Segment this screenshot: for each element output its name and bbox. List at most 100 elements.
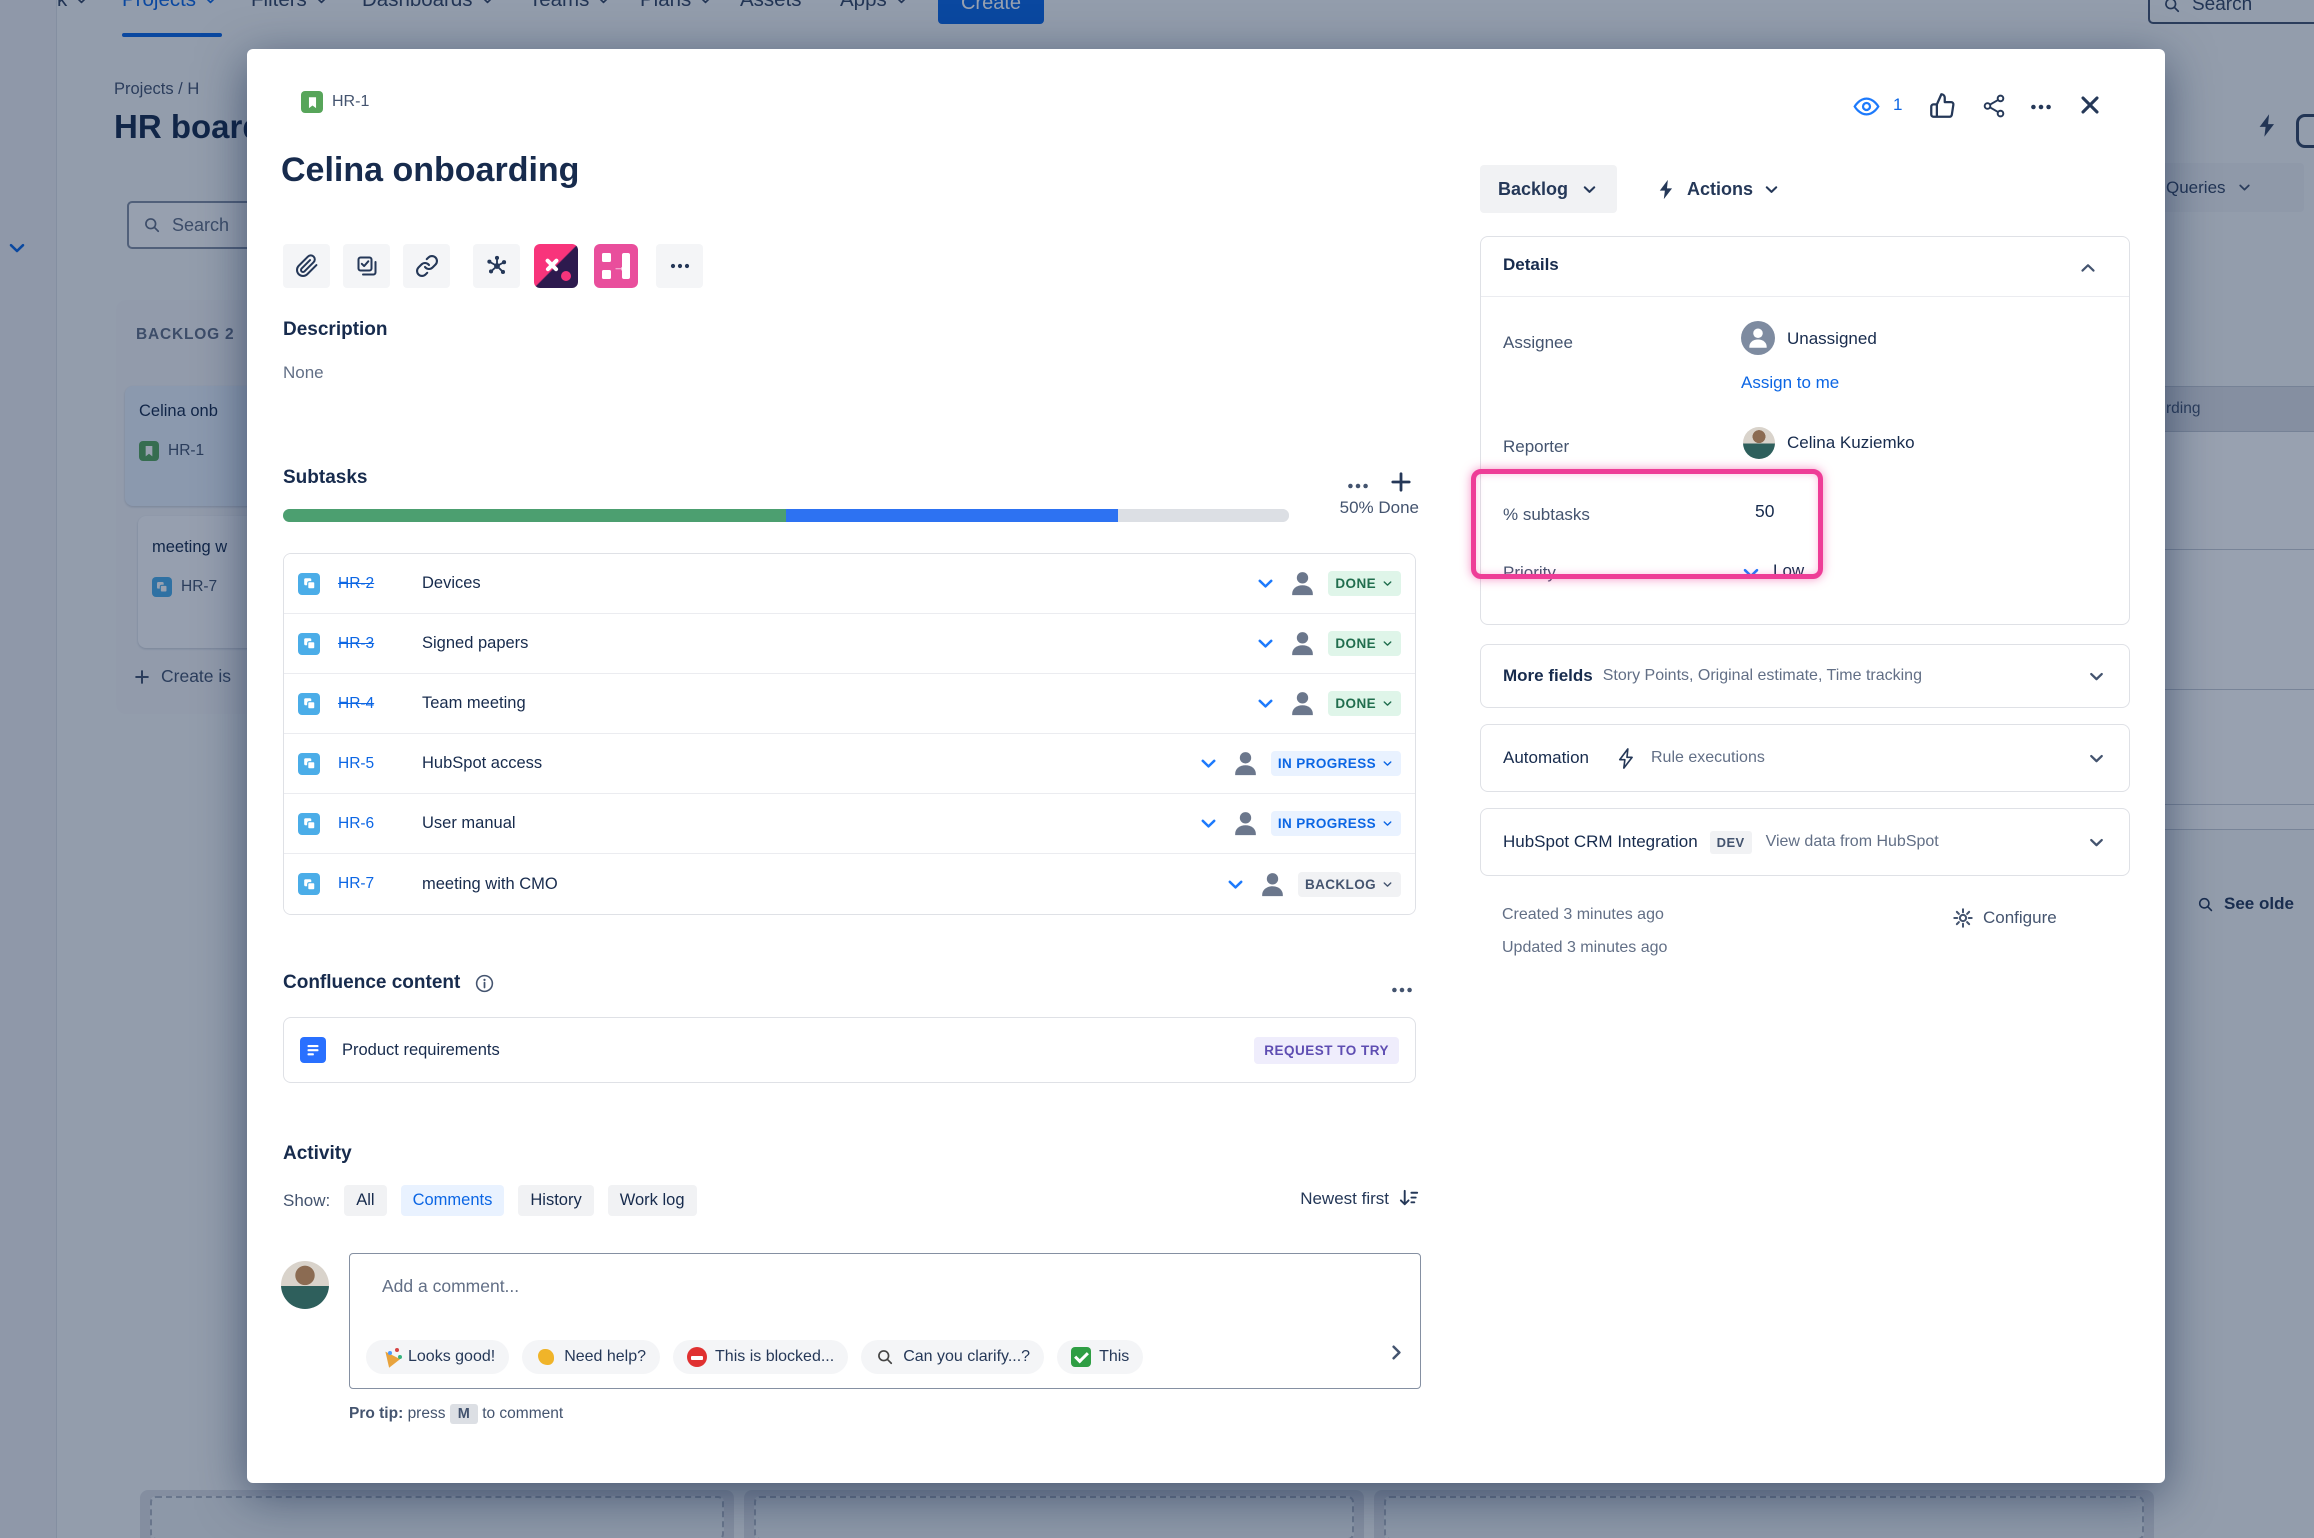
share-icon[interactable] <box>1981 93 2007 119</box>
info-icon[interactable] <box>474 973 495 994</box>
subtask-summary[interactable]: User manual <box>422 814 516 833</box>
subtask-key-link[interactable]: HR-6 <box>338 815 390 833</box>
subtask-row[interactable]: HR-6 User manual IN PROGRESS <box>284 794 1415 854</box>
issue-title[interactable]: Celina onboarding <box>281 151 579 190</box>
updated-timestamp: Updated 3 minutes ago <box>1502 939 1668 956</box>
hubspot-app-button[interactable] <box>534 244 578 288</box>
activity-heading: Activity <box>283 1143 352 1164</box>
subtask-row[interactable]: HR-2 Devices DONE <box>284 554 1415 614</box>
priority-value[interactable]: Low <box>1773 561 1804 581</box>
close-icon[interactable] <box>2076 91 2104 119</box>
board-app-button[interactable]: → <box>594 244 638 288</box>
actions-dropdown[interactable]: Actions <box>1655 165 1781 213</box>
subtasks-pct-value[interactable]: 50 <box>1755 501 1774 522</box>
assignee-avatar-icon[interactable] <box>1287 628 1318 659</box>
subtasks-progress-bar <box>283 509 1289 522</box>
search-icon <box>875 1347 895 1367</box>
m-keycap: M <box>449 1404 478 1424</box>
subtask-key-link[interactable]: HR-7 <box>338 875 390 893</box>
request-to-try-badge[interactable]: REQUEST TO TRY <box>1254 1036 1399 1064</box>
assign-to-me-link[interactable]: Assign to me <box>1741 373 1839 393</box>
filter-all[interactable]: All <box>344 1185 387 1216</box>
subtask-key-link[interactable]: HR-4 <box>338 695 390 713</box>
subtask-summary[interactable]: Team meeting <box>422 694 526 713</box>
filter-comments[interactable]: Comments <box>400 1185 505 1216</box>
confluence-more-icon[interactable] <box>1389 977 1415 1003</box>
chevron-down-icon <box>1381 697 1394 710</box>
subtask-summary[interactable]: Devices <box>422 574 481 593</box>
comment-input[interactable]: Add a comment... <box>382 1276 519 1297</box>
subtask-row[interactable]: HR-5 HubSpot access IN PROGRESS <box>284 734 1415 794</box>
priority-label: Priority <box>1503 563 1556 582</box>
hubspot-sprocket-icon <box>561 271 571 281</box>
hubspot-panel[interactable]: HubSpot CRM Integration DEV View data fr… <box>1480 808 2130 876</box>
reporter-value[interactable]: Celina Kuziemko <box>1787 433 1915 453</box>
automation-panel[interactable]: Automation Rule executions <box>1480 724 2130 792</box>
progress-label: 50% Done <box>1339 498 1419 517</box>
confluence-page-title[interactable]: Product requirements <box>342 1041 500 1060</box>
priority-low-icon[interactable] <box>1197 752 1220 775</box>
subtask-summary[interactable]: HubSpot access <box>422 754 542 773</box>
quick-reply-need-help[interactable]: Need help? <box>522 1340 661 1374</box>
filter-history[interactable]: History <box>518 1185 594 1216</box>
quick-reply-blocked[interactable]: This is blocked... <box>673 1340 849 1374</box>
assignee-value[interactable]: Unassigned <box>1787 329 1877 349</box>
like-icon[interactable] <box>1929 92 1956 119</box>
subtask-key-link[interactable]: HR-5 <box>338 755 390 773</box>
priority-low-icon[interactable] <box>1224 873 1247 896</box>
priority-low-icon[interactable] <box>1197 812 1220 835</box>
priority-low-icon[interactable] <box>1254 572 1277 595</box>
status-badge[interactable]: DONE <box>1328 631 1401 656</box>
status-badge[interactable]: DONE <box>1328 691 1401 716</box>
quick-reply-clarify[interactable]: Can you clarify...? <box>861 1340 1045 1374</box>
status-dropdown[interactable]: Backlog <box>1480 165 1618 213</box>
divider <box>1481 296 2129 297</box>
more-fields-panel[interactable]: More fields Story Points, Original estim… <box>1480 644 2130 708</box>
more-actions-button[interactable] <box>656 244 703 288</box>
subtasks-more-icon[interactable] <box>1345 473 1371 499</box>
assignee-avatar-icon[interactable] <box>1257 869 1288 900</box>
status-badge[interactable]: BACKLOG <box>1297 871 1401 897</box>
chevron-up-icon[interactable] <box>2077 257 2099 279</box>
created-timestamp: Created 3 minutes ago <box>1502 906 1664 923</box>
assignee-avatar-icon[interactable] <box>1287 688 1318 719</box>
subtask-key-link[interactable]: HR-3 <box>338 635 390 653</box>
sort-label[interactable]: Newest first <box>1300 1189 1389 1209</box>
attach-button[interactable] <box>283 244 330 288</box>
quick-reply-this[interactable]: This <box>1057 1340 1144 1374</box>
confluence-heading: Confluence content <box>283 972 461 993</box>
sort-icon[interactable] <box>1398 1187 1421 1210</box>
subtask-row[interactable]: HR-3 Signed papers DONE <box>284 614 1415 674</box>
assignee-avatar-icon[interactable] <box>1230 808 1261 839</box>
priority-low-icon[interactable] <box>1254 632 1277 655</box>
status-badge[interactable]: IN PROGRESS <box>1270 751 1401 776</box>
assignee-avatar-icon[interactable] <box>1230 748 1261 779</box>
progress-done <box>283 509 786 522</box>
assignee-avatar-icon[interactable] <box>1287 568 1318 599</box>
status-badge[interactable]: DONE <box>1328 571 1401 596</box>
subtask-row[interactable]: HR-4 Team meeting DONE <box>284 674 1415 734</box>
configure-button[interactable]: Configure <box>1952 907 2057 929</box>
show-label: Show: <box>283 1190 331 1210</box>
quick-replies-next-icon[interactable] <box>1385 1341 1408 1364</box>
graph-app-button[interactable] <box>473 244 520 288</box>
filter-worklog[interactable]: Work log <box>607 1185 697 1216</box>
add-subtask-icon[interactable] <box>1387 468 1415 496</box>
more-icon[interactable] <box>2028 94 2054 120</box>
subtask-key-link[interactable]: HR-2 <box>338 575 390 593</box>
status-badge[interactable]: IN PROGRESS <box>1270 811 1401 836</box>
issue-key-breadcrumb[interactable]: HR-1 <box>301 91 369 113</box>
watchers-eye-icon[interactable] <box>1853 93 1880 120</box>
current-user-avatar <box>281 1261 329 1309</box>
priority-low-icon[interactable] <box>1254 692 1277 715</box>
watchers-count[interactable]: 1 <box>1893 95 1902 115</box>
subtask-summary[interactable]: Signed papers <box>422 634 528 653</box>
confluence-page-row[interactable]: Product requirements REQUEST TO TRY <box>283 1017 1416 1083</box>
lightning-icon <box>1655 178 1678 201</box>
quick-reply-looks-good[interactable]: Looks good! <box>366 1340 510 1374</box>
subtask-summary[interactable]: meeting with CMO <box>422 875 558 894</box>
link-issue-button[interactable] <box>403 244 450 288</box>
description-value[interactable]: None <box>283 363 324 383</box>
subtask-row[interactable]: HR-7 meeting with CMO BACKLOG <box>284 854 1415 914</box>
add-child-issue-button[interactable] <box>343 244 390 288</box>
